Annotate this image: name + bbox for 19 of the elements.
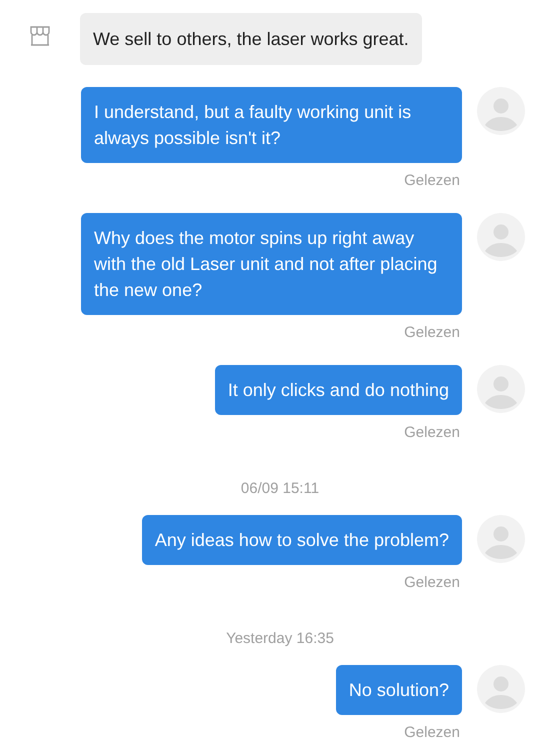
timestamp: 06/09 15:11: [240, 479, 320, 499]
avatar-icon: [477, 87, 525, 135]
avatar-icon: [477, 365, 525, 413]
message-bubble: We sell to others, the laser works great.: [80, 13, 422, 65]
read-status: Gelezen: [404, 171, 460, 191]
avatar-icon: [477, 213, 525, 261]
read-status: Gelezen: [404, 723, 460, 743]
read-status: Gelezen: [404, 423, 460, 443]
read-status: Gelezen: [404, 323, 460, 343]
avatar-icon: [477, 515, 525, 563]
message-bubble: No solution?: [336, 665, 462, 715]
message-bubble: It only clicks and do nothing: [214, 365, 462, 415]
message-bubble: Why does the motor spins up right away with the old Laser unit and not after placing the new one?: [81, 213, 462, 315]
message-bubble: Any ideas how to solve the problem?: [142, 515, 462, 565]
avatar-icon: [477, 665, 525, 713]
store-icon: [29, 25, 51, 47]
read-status: Gelezen: [404, 573, 460, 593]
message-bubble: I understand, but a faulty working unit is always possible isn't it?: [81, 87, 462, 163]
timestamp: Yesterday 16:35: [226, 629, 334, 649]
